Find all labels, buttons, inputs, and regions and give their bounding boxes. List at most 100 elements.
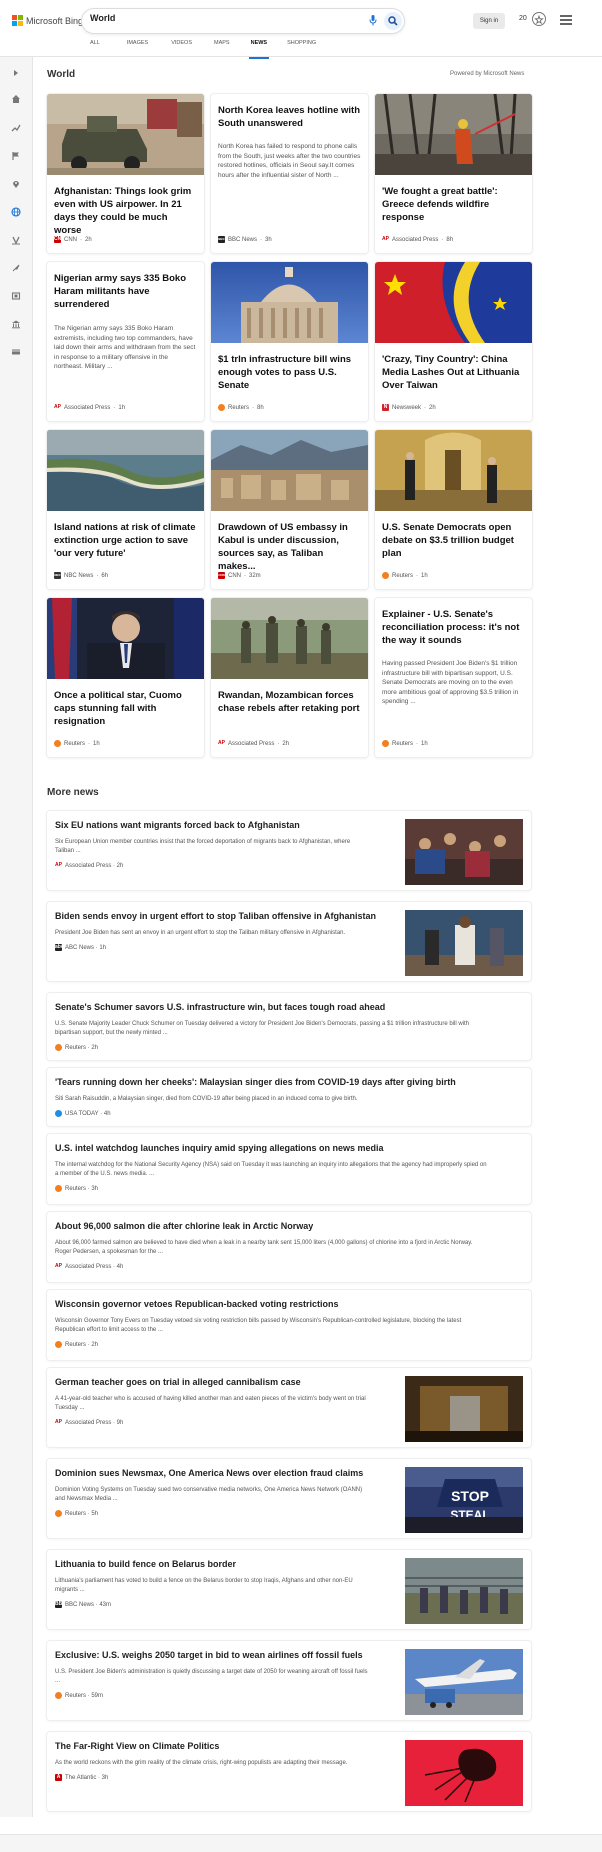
reuters-logo-icon: R [55, 1692, 62, 1699]
globe-icon[interactable] [11, 207, 21, 217]
reuters-logo-icon: R [54, 740, 61, 747]
more-news-item[interactable]: Dominion sues Newsmax, One America News … [47, 1459, 531, 1538]
source-time: 8h [446, 236, 454, 243]
rewards-icon[interactable] [532, 12, 546, 26]
more-news-item[interactable]: Six EU nations want migrants forced back… [47, 811, 531, 890]
more-news-title[interactable]: Exclusive: U.S. weighs 2050 target in bi… [55, 1650, 363, 1660]
trending-icon[interactable] [11, 123, 21, 133]
more-news-item[interactable]: Exclusive: U.S. weighs 2050 target in bi… [47, 1641, 531, 1720]
card-title[interactable]: $1 trln infrastructure bill wins enough … [218, 353, 361, 392]
tab-news[interactable]: NEWS [248, 40, 269, 59]
card-title[interactable]: Nigerian army says 335 Boko Haram milita… [54, 272, 197, 311]
source-time: 1h [118, 404, 126, 411]
search-button[interactable] [384, 12, 402, 30]
more-news-source: RReuters · 2h [55, 1044, 98, 1051]
courtroom-photo[interactable] [405, 1376, 523, 1442]
more-news-item[interactable]: About 96,000 salmon die after chlorine l… [47, 1212, 531, 1282]
card-source: NBC NBC News · 6h [54, 572, 109, 579]
source-time: 6h [101, 572, 109, 579]
entertainment-icon[interactable] [11, 291, 21, 301]
more-news-source: USA TODAY · 4h [55, 1110, 111, 1117]
tab-all[interactable]: ALL [90, 40, 100, 54]
money-icon[interactable] [11, 347, 21, 357]
more-news-item[interactable]: German teacher goes on trial in alleged … [47, 1368, 531, 1447]
more-news-item[interactable]: Lithuania to build fence on Belarus bord… [47, 1550, 531, 1629]
politics-icon[interactable] [11, 319, 21, 329]
rewards-count[interactable]: 20 [519, 15, 527, 22]
more-news-item[interactable]: Biden sends envoy in urgent effort to st… [47, 902, 531, 981]
source-name: Associated Press · 2h [65, 862, 124, 869]
news-card[interactable]: Island nations at risk of climate extinc… [47, 430, 204, 589]
more-news-title[interactable]: 'Tears running down her cheeks': Malaysi… [55, 1077, 456, 1087]
more-news-snippet: As the world reckons with the grim reali… [55, 1760, 348, 1766]
more-news-title[interactable]: The Far-Right View on Climate Politics [55, 1741, 219, 1751]
home-icon[interactable] [11, 94, 21, 104]
news-card[interactable]: Explainer - U.S. Senate's reconciliation… [375, 598, 532, 757]
card-title[interactable]: Rwandan, Mozambican forces chase rebels … [218, 689, 361, 715]
news-card[interactable]: U.S. Senate Democrats open debate on $3.… [375, 430, 532, 589]
more-news-title[interactable]: Biden sends envoy in urgent effort to st… [55, 911, 376, 921]
news-card[interactable]: Afghanistan: Things look grim even with … [47, 94, 204, 253]
news-card[interactable]: North Korea leaves hotline with South un… [211, 94, 368, 253]
card-title[interactable]: 'We fought a great battle': Greece defen… [382, 185, 525, 224]
red-illustration[interactable] [405, 1740, 523, 1806]
news-card[interactable]: Rwandan, Mozambican forces chase rebels … [211, 598, 368, 757]
hamburger-menu-icon[interactable] [560, 15, 572, 25]
news-card[interactable]: $1 trln infrastructure bill wins enough … [211, 262, 368, 421]
news-card[interactable]: Nigerian army says 335 Boko Haram milita… [47, 262, 204, 421]
news-card[interactable]: Drawdown of US embassy in Kabul is under… [211, 430, 368, 589]
more-news-title[interactable]: Wisconsin governor vetoes Republican-bac… [55, 1299, 338, 1309]
airplane-photo[interactable] [405, 1649, 523, 1715]
source-time: 32m [249, 572, 261, 579]
card-title[interactable]: 'Crazy, Tiny Country': China Media Lashe… [382, 353, 525, 392]
more-news-item[interactable]: 'Tears running down her cheeks': Malaysi… [47, 1068, 531, 1126]
expand-icon[interactable] [11, 68, 21, 78]
flag-icon[interactable] [11, 151, 21, 161]
card-title[interactable]: U.S. Senate Democrats open debate on $3.… [382, 521, 525, 560]
source-name: USA TODAY · 4h [65, 1110, 111, 1117]
news-card[interactable]: Once a political star, Cuomo caps stunni… [47, 598, 204, 757]
search-input[interactable]: World [90, 13, 115, 23]
more-news-snippet: Wisconsin Governor Tony Evers on Tuesday… [55, 1318, 462, 1333]
more-news-title[interactable]: Senate's Schumer savors U.S. infrastruct… [55, 1002, 385, 1012]
reuters-logo-icon: R [382, 572, 389, 579]
bbc-logo-icon: BBC [218, 236, 225, 243]
sign-in-button[interactable]: Sign in [473, 13, 505, 29]
news-card[interactable]: 'Crazy, Tiny Country': China Media Lashe… [375, 262, 532, 421]
business-icon[interactable] [11, 235, 21, 245]
card-title[interactable]: Island nations at risk of climate extinc… [54, 521, 197, 560]
source-name: Reuters · 5h [65, 1510, 99, 1517]
microsoft-logo-icon [12, 15, 23, 26]
more-news-title[interactable]: Lithuania to build fence on Belarus bord… [55, 1559, 236, 1569]
more-news-title[interactable]: Six EU nations want migrants forced back… [55, 820, 300, 830]
card-title[interactable]: Once a political star, Cuomo caps stunni… [54, 689, 197, 728]
tab-shopping[interactable]: SHOPPING [287, 40, 316, 54]
card-title[interactable]: Explainer - U.S. Senate's reconciliation… [382, 608, 525, 647]
card-title[interactable]: Drawdown of US embassy in Kabul is under… [218, 521, 361, 573]
location-icon[interactable] [11, 179, 21, 189]
card-title[interactable]: Afghanistan: Things look grim even with … [54, 185, 197, 237]
more-news-title[interactable]: About 96,000 salmon die after chlorine l… [55, 1221, 313, 1231]
card-source: RReuters · 8h [218, 404, 264, 411]
border-photo[interactable] [405, 1558, 523, 1624]
more-news-item[interactable]: U.S. intel watchdog launches inquiry ami… [47, 1134, 531, 1204]
envoy-photo[interactable] [405, 910, 523, 976]
migrants-photo[interactable] [405, 819, 523, 885]
news-card[interactable]: 'We fought a great battle': Greece defen… [375, 94, 532, 253]
microphone-icon[interactable] [367, 15, 379, 27]
more-news-title[interactable]: Dominion sues Newsmax, One America News … [55, 1468, 363, 1478]
more-news-item[interactable]: Senate's Schumer savors U.S. infrastruct… [47, 993, 531, 1060]
bing-logo[interactable]: Microsoft Bing [12, 15, 83, 26]
more-news-item[interactable]: The Far-Right View on Climate Politics As… [47, 1732, 531, 1811]
tab-videos[interactable]: VIDEOS [171, 40, 192, 54]
more-news-title[interactable]: U.S. intel watchdog launches inquiry ami… [55, 1143, 384, 1153]
rocket-icon[interactable] [11, 263, 21, 273]
tab-images[interactable]: IMAGES [127, 40, 148, 54]
stop-steal-photo[interactable]: STOPSTEAL [405, 1467, 523, 1533]
more-news-title[interactable]: German teacher goes on trial in alleged … [55, 1377, 301, 1387]
search-box[interactable]: World [82, 9, 404, 33]
tab-maps[interactable]: MAPS [214, 40, 230, 54]
search-tabs: ALL IMAGES VIDEOS MAPS NEWS SHOPPING [80, 40, 316, 59]
card-title[interactable]: North Korea leaves hotline with South un… [218, 104, 361, 130]
more-news-item[interactable]: Wisconsin governor vetoes Republican-bac… [47, 1290, 531, 1360]
